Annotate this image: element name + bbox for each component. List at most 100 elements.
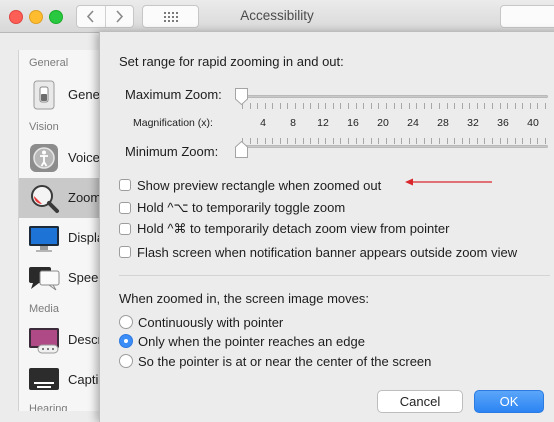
slider-tick [318, 103, 319, 109]
slider-tick [356, 138, 357, 144]
slider-tick [265, 138, 266, 144]
max-zoom-ticks [242, 103, 546, 109]
zoom-options-sheet: Set range for rapid zooming in and out: … [99, 32, 554, 422]
slider-tick [530, 138, 531, 144]
radio-button[interactable] [119, 354, 133, 368]
slider-tick [394, 103, 395, 109]
cancel-button[interactable]: Cancel [377, 390, 463, 413]
slider-tick [287, 103, 288, 109]
slider-tick [409, 138, 410, 144]
zoom-magnifier-icon [31, 185, 59, 213]
radio-button[interactable] [119, 315, 133, 329]
section-hearing: Hearing [29, 403, 68, 411]
slider-tick [462, 138, 463, 144]
slider-tick [537, 103, 538, 109]
slider-tick [409, 103, 410, 109]
checkbox-box[interactable] [119, 179, 131, 191]
slider-tick [545, 138, 546, 144]
display-monitor-icon [29, 226, 59, 252]
slider-tick [280, 103, 281, 109]
hold-toggle-zoom-checkbox[interactable]: Hold ^⌥ to temporarily toggle zoom [119, 199, 345, 217]
slider-tick [348, 103, 349, 109]
flash-screen-checkbox[interactable]: Flash screen when notification banner ap… [119, 243, 517, 261]
max-zoom-knob[interactable] [234, 87, 249, 106]
slider-tick [310, 138, 311, 144]
radio-pointer-reaches-edge[interactable]: Only when the pointer reaches an edge [119, 332, 365, 350]
slider-tick [522, 103, 523, 109]
radio-label: Continuously with pointer [138, 314, 284, 330]
max-zoom-slider[interactable] [239, 95, 548, 98]
slider-tick [447, 138, 448, 144]
magnification-value: 28 [437, 117, 449, 129]
radio-continuously[interactable]: Continuously with pointer [119, 313, 283, 331]
slider-tick [325, 138, 326, 144]
slider-tick [431, 103, 432, 109]
slider-tick [401, 138, 402, 144]
title-bar: Accessibility [0, 0, 554, 33]
slider-tick [318, 138, 319, 144]
slider-tick [537, 138, 538, 144]
checkbox-box[interactable] [119, 246, 131, 258]
slider-tick [454, 138, 455, 144]
slider-tick [356, 103, 357, 109]
slider-tick [507, 103, 508, 109]
checkbox-box[interactable] [119, 223, 131, 235]
slider-tick [333, 138, 334, 144]
slider-tick [303, 103, 304, 109]
radio-label: Only when the pointer reaches an edge [138, 333, 365, 349]
slider-tick [416, 138, 417, 144]
voiceover-icon [30, 144, 58, 172]
min-zoom-ticks [242, 138, 546, 144]
checkbox-label: Show preview rectangle when zoomed out [137, 177, 382, 193]
section-vision: Vision [29, 121, 59, 133]
slider-tick [492, 138, 493, 144]
slider-tick [447, 103, 448, 109]
min-zoom-slider[interactable] [239, 145, 548, 148]
window-title: Accessibility [240, 8, 314, 23]
show-preview-rectangle-checkbox[interactable]: Show preview rectangle when zoomed out [119, 176, 381, 194]
slider-tick [424, 103, 425, 109]
range-heading: Set range for rapid zooming in and out: [119, 54, 344, 69]
slider-tick [424, 138, 425, 144]
slider-tick [250, 103, 251, 109]
slider-tick [378, 138, 379, 144]
ok-button[interactable]: OK [474, 390, 544, 413]
magnification-label: Magnification (x): [133, 117, 213, 129]
annotation-arrow [405, 178, 492, 186]
hold-detach-zoom-checkbox[interactable]: Hold ^⌘ to temporarily detach zoom view … [119, 220, 449, 238]
radio-pointer-center[interactable]: So the pointer is at or near the center … [119, 352, 431, 370]
slider-tick [401, 103, 402, 109]
slider-tick [469, 138, 470, 144]
slider-tick [333, 103, 334, 109]
moves-heading: When zoomed in, the screen image moves: [119, 291, 370, 306]
slider-tick [272, 138, 273, 144]
slider-tick [484, 103, 485, 109]
magnification-value: 40 [527, 117, 539, 129]
slider-tick [386, 138, 387, 144]
slider-tick [477, 138, 478, 144]
speech-bubble-icon [29, 267, 60, 291]
slider-tick [295, 103, 296, 109]
magnification-value: 32 [467, 117, 479, 129]
section-general: General [29, 57, 69, 69]
search-field[interactable] [500, 5, 554, 28]
slider-tick [484, 138, 485, 144]
magnification-value: 8 [290, 117, 296, 129]
slider-tick [280, 138, 281, 144]
magnification-value: 20 [377, 117, 389, 129]
min-zoom-knob[interactable] [234, 140, 249, 159]
slider-tick [325, 103, 326, 109]
slider-tick [522, 138, 523, 144]
slider-tick [303, 138, 304, 144]
separator [119, 275, 550, 276]
max-zoom-label: Maximum Zoom: [125, 87, 222, 102]
captions-icon [29, 368, 59, 390]
slider-tick [431, 138, 432, 144]
slider-tick [439, 138, 440, 144]
checkbox-box[interactable] [119, 202, 131, 214]
slider-tick [257, 138, 258, 144]
checkbox-label: Hold ^⌘ to temporarily detach zoom view … [137, 221, 450, 236]
slider-tick [515, 103, 516, 109]
checkbox-label: Hold ^⌥ to temporarily toggle zoom [137, 200, 346, 215]
radio-button-selected[interactable] [119, 334, 133, 348]
